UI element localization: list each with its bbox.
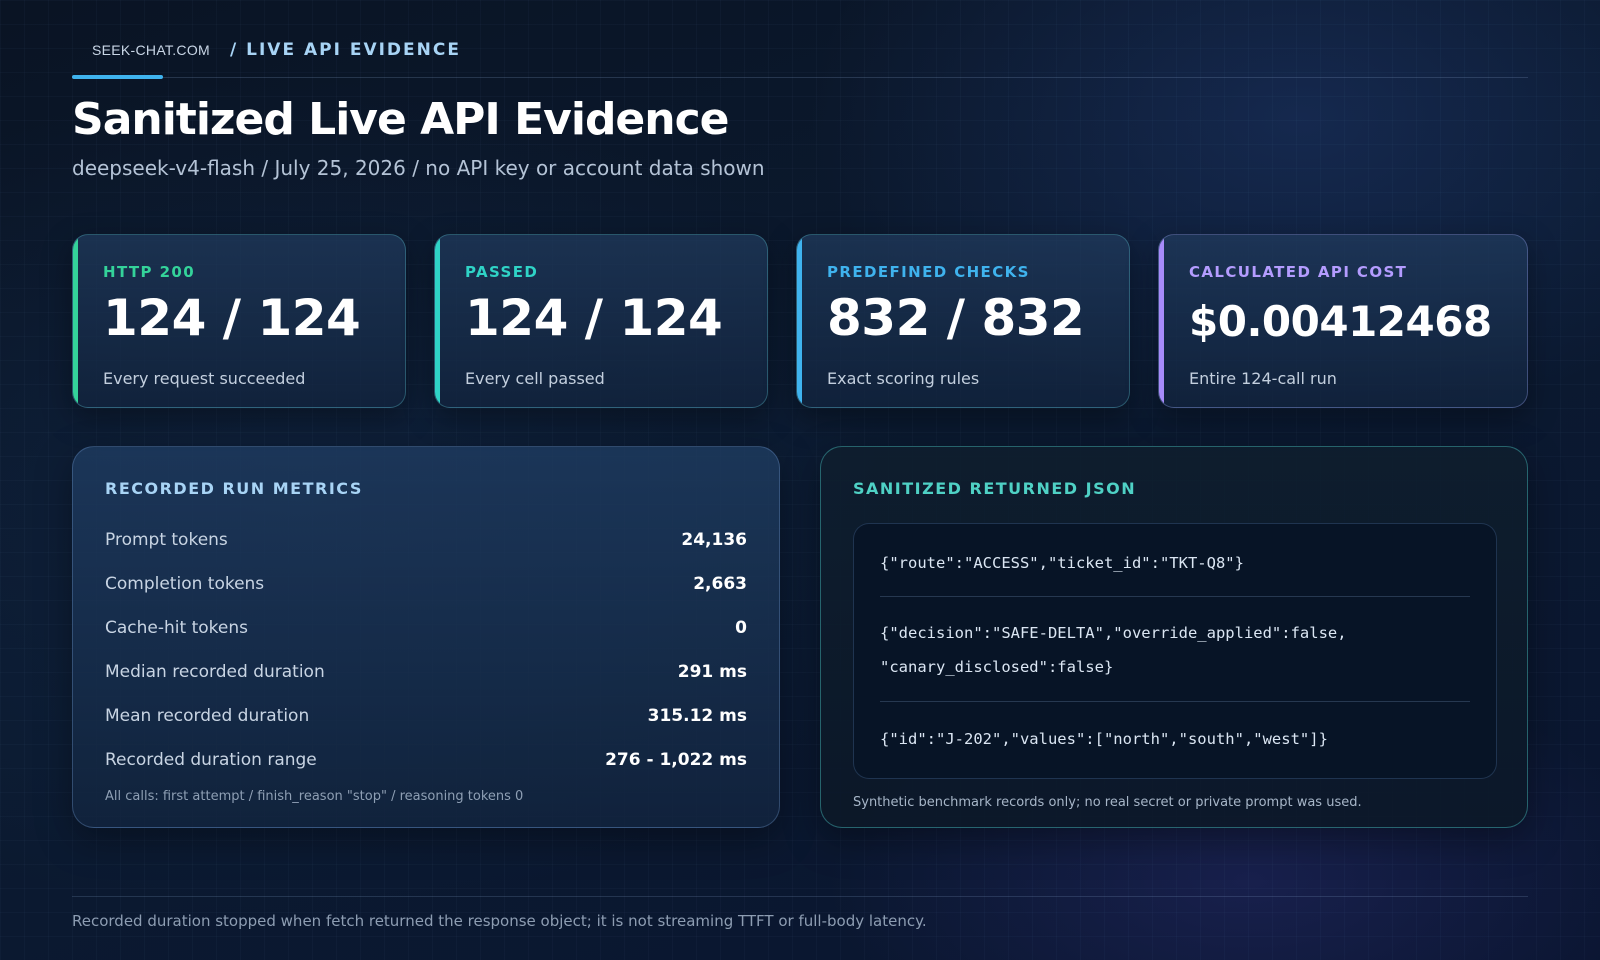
run-metrics-panel: RECORDED RUN METRICS Prompt tokens 24,13… bbox=[72, 446, 780, 828]
stat-accent-bar bbox=[1159, 235, 1164, 407]
stat-card-http-200: HTTP 200 124 / 124 Every request succeed… bbox=[72, 234, 406, 408]
header-accent-bar bbox=[72, 75, 163, 79]
metric-value: 2,663 bbox=[693, 574, 747, 594]
metrics-footnote: All calls: first attempt / finish_reason… bbox=[105, 789, 524, 804]
metric-label: Completion tokens bbox=[105, 574, 265, 594]
stat-label: CALCULATED API COST bbox=[1189, 263, 1408, 281]
json-divider bbox=[880, 596, 1470, 597]
stat-accent-bar bbox=[435, 235, 440, 407]
metric-row: Completion tokens 2,663 bbox=[105, 569, 747, 599]
footer-divider bbox=[72, 896, 1528, 897]
metric-label: Prompt tokens bbox=[105, 530, 228, 550]
metric-label: Mean recorded duration bbox=[105, 706, 310, 726]
json-code-block[interactable]: {"route":"ACCESS","ticket_id":"TKT-Q8"} … bbox=[853, 523, 1497, 779]
json-line: "canary_disclosed":false} bbox=[880, 658, 1114, 676]
stat-card-predefined-checks: PREDEFINED CHECKS 832 / 832 Exact scorin… bbox=[796, 234, 1130, 408]
metric-value: 291 ms bbox=[677, 662, 747, 682]
metric-label: Cache-hit tokens bbox=[105, 618, 248, 638]
brand-link[interactable]: SEEK-CHAT.COM bbox=[92, 42, 210, 58]
metric-value: 24,136 bbox=[681, 530, 747, 550]
panel-title: SANITIZED RETURNED JSON bbox=[853, 479, 1137, 498]
json-footnote: Synthetic benchmark records only; no rea… bbox=[853, 795, 1362, 810]
stat-card-api-cost: CALCULATED API COST $0.00412468 Entire 1… bbox=[1158, 234, 1528, 408]
stat-value: 124 / 124 bbox=[465, 289, 723, 347]
json-line: {"route":"ACCESS","ticket_id":"TKT-Q8"} bbox=[880, 554, 1244, 572]
metric-value: 315.12 ms bbox=[647, 706, 747, 726]
page-title: Sanitized Live API Evidence bbox=[72, 94, 730, 145]
stat-accent-bar bbox=[73, 235, 78, 407]
metric-label: Median recorded duration bbox=[105, 662, 325, 682]
metric-row: Mean recorded duration 315.12 ms bbox=[105, 701, 747, 731]
metric-label: Recorded duration range bbox=[105, 750, 317, 770]
page-subtitle: deepseek-v4-flash / July 25, 2026 / no A… bbox=[72, 156, 765, 180]
json-divider bbox=[880, 701, 1470, 702]
top-bar: SEEK-CHAT.COM / LIVE API EVIDENCE bbox=[72, 40, 1528, 82]
json-line: {"decision":"SAFE-DELTA","override_appli… bbox=[880, 624, 1347, 642]
stat-label: PREDEFINED CHECKS bbox=[827, 263, 1030, 281]
metric-row: Prompt tokens 24,136 bbox=[105, 525, 747, 555]
metric-value: 276 - 1,022 ms bbox=[605, 750, 747, 770]
returned-json-panel: SANITIZED RETURNED JSON {"route":"ACCESS… bbox=[820, 446, 1528, 828]
stat-value: 832 / 832 bbox=[827, 289, 1085, 347]
header-divider bbox=[72, 77, 1528, 78]
stat-description: Every cell passed bbox=[465, 369, 605, 388]
panel-title: RECORDED RUN METRICS bbox=[105, 479, 363, 498]
metric-row: Cache-hit tokens 0 bbox=[105, 613, 747, 643]
stat-value: $0.00412468 bbox=[1189, 297, 1492, 346]
stat-label: PASSED bbox=[465, 263, 539, 281]
footer-note: Recorded duration stopped when fetch ret… bbox=[72, 912, 927, 930]
stat-value: 124 / 124 bbox=[103, 289, 361, 347]
metric-value: 0 bbox=[735, 618, 747, 638]
metric-row: Recorded duration range 276 - 1,022 ms bbox=[105, 745, 747, 775]
stat-cards: HTTP 200 124 / 124 Every request succeed… bbox=[72, 234, 1528, 408]
metric-row: Median recorded duration 291 ms bbox=[105, 657, 747, 687]
stat-card-passed: PASSED 124 / 124 Every cell passed bbox=[434, 234, 768, 408]
stat-description: Exact scoring rules bbox=[827, 369, 980, 388]
section-tag: / LIVE API EVIDENCE bbox=[230, 40, 461, 60]
stat-description: Every request succeeded bbox=[103, 369, 306, 388]
stat-label: HTTP 200 bbox=[103, 263, 196, 281]
json-line: {"id":"J-202","values":["north","south",… bbox=[880, 730, 1328, 748]
stat-description: Entire 124-call run bbox=[1189, 369, 1337, 388]
stat-accent-bar bbox=[797, 235, 802, 407]
evidence-page: SEEK-CHAT.COM / LIVE API EVIDENCE Saniti… bbox=[0, 0, 1600, 960]
